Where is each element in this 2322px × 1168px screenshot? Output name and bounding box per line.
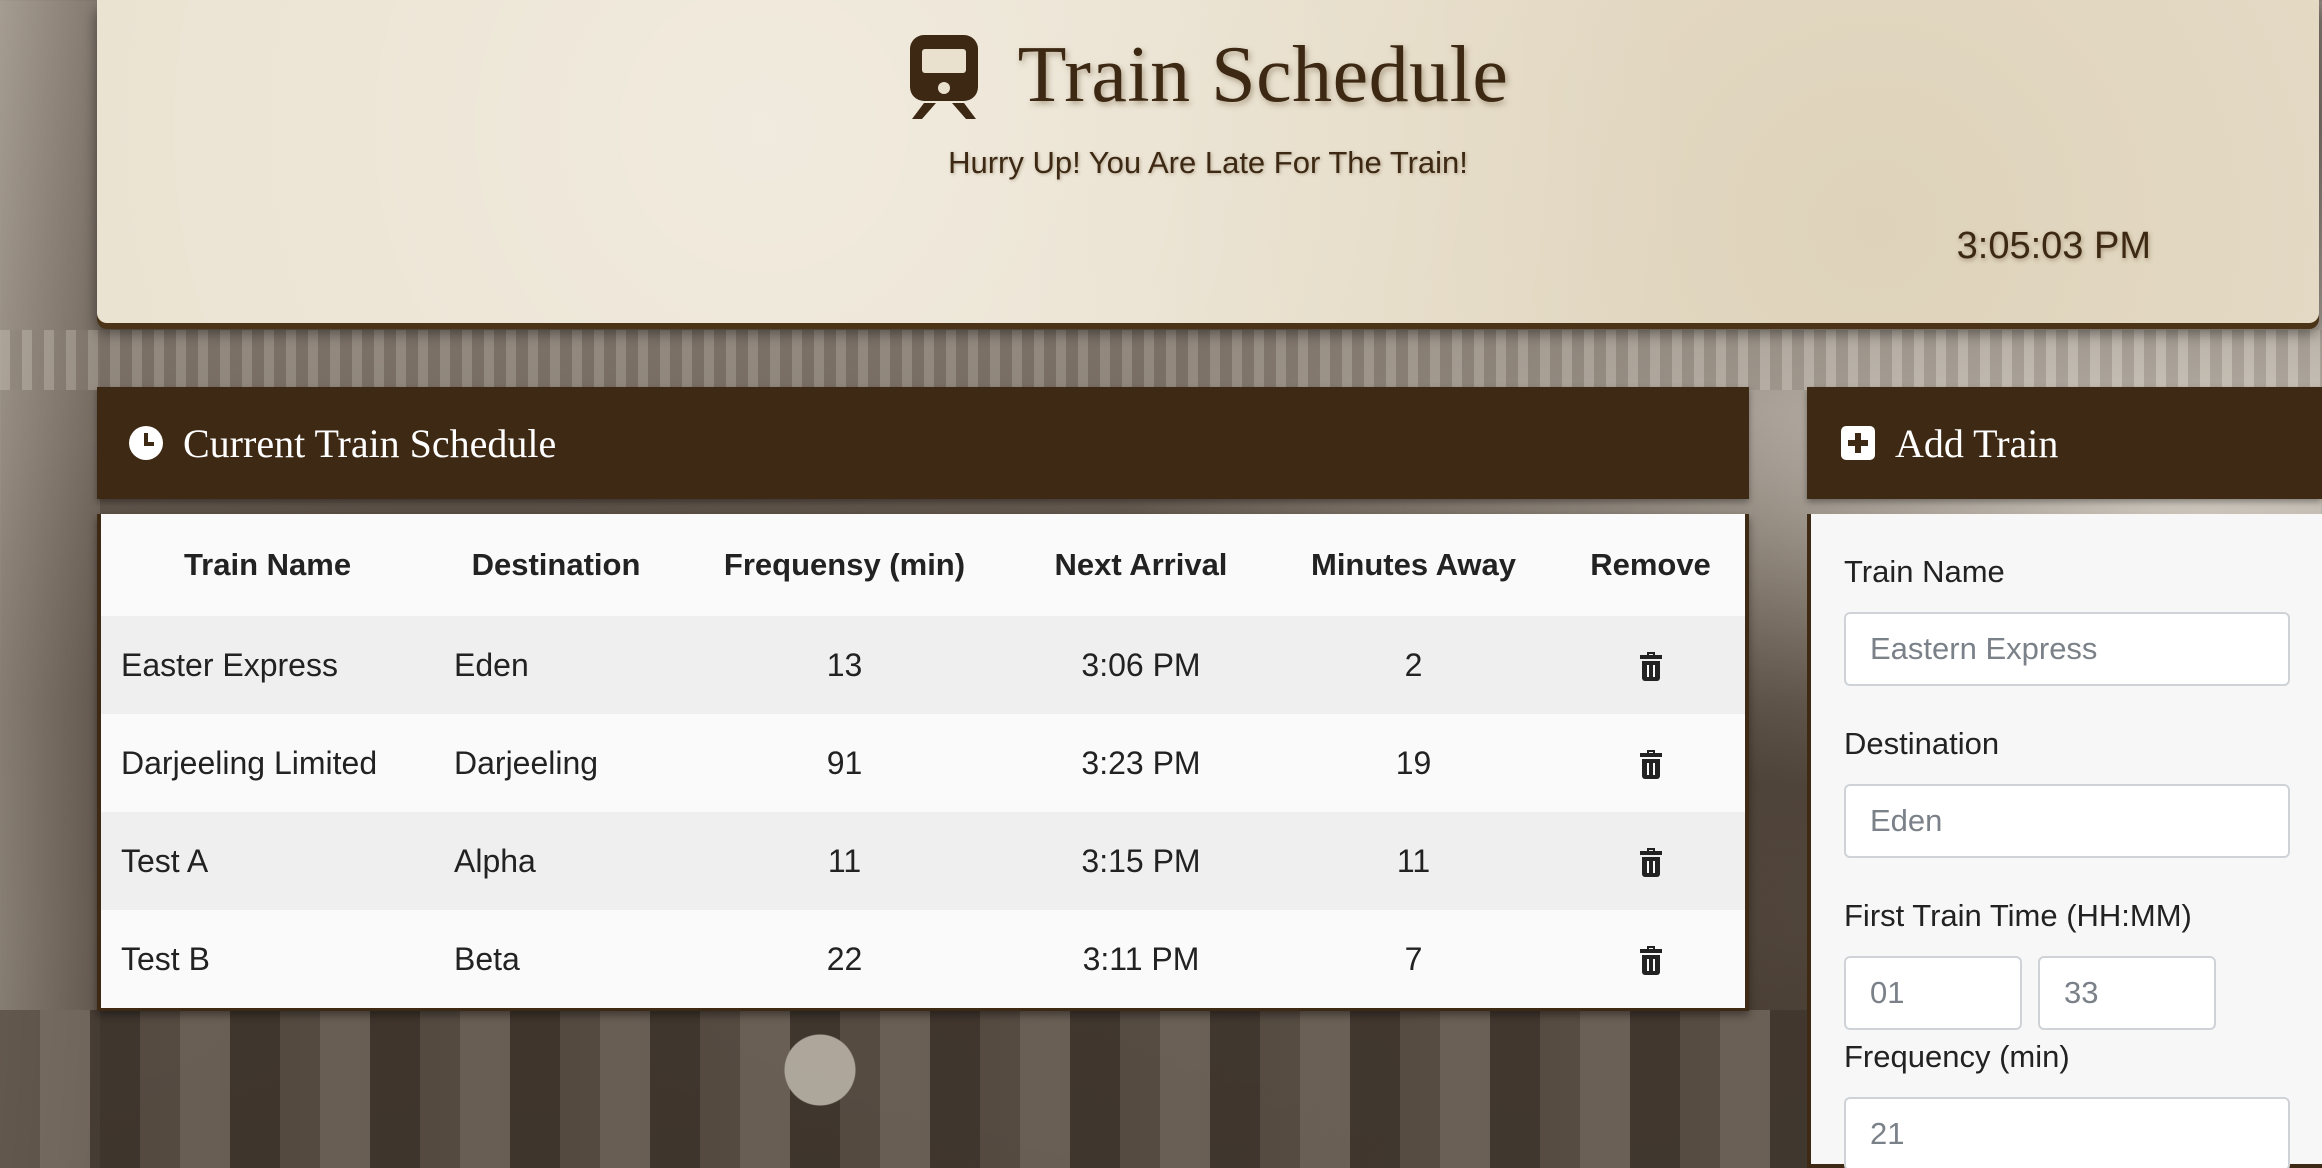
- cell-frequency: 91: [678, 714, 1011, 812]
- trash-icon[interactable]: [1639, 750, 1662, 780]
- cell-train-name: Test B: [101, 910, 434, 1008]
- cell-train-name: Test A: [101, 812, 434, 910]
- schedule-table-container: Train Name Destination Frequensy (min) N…: [97, 514, 1749, 1011]
- cell-remove: [1556, 812, 1745, 910]
- destination-label: Destination: [1844, 726, 2000, 761]
- trash-icon[interactable]: [1639, 848, 1662, 878]
- cell-minutes-away: 7: [1271, 910, 1556, 1008]
- cell-next-arrival: 3:15 PM: [1011, 812, 1271, 910]
- cell-frequency: 22: [678, 910, 1011, 1008]
- cell-train-name: Easter Express: [101, 616, 434, 714]
- train-icon: [909, 34, 978, 119]
- add-train-form: Train Name Destination First Train Time …: [1807, 514, 2322, 1168]
- cell-minutes-away: 2: [1271, 616, 1556, 714]
- cell-next-arrival: 3:06 PM: [1011, 616, 1271, 714]
- trash-icon[interactable]: [1639, 946, 1662, 976]
- add-train-panel-title: Add Train: [1895, 420, 2059, 466]
- cell-destination: Darjeeling: [434, 714, 678, 812]
- trash-icon[interactable]: [1639, 652, 1662, 682]
- table-row: Easter Express Eden 13 3:06 PM 2: [101, 616, 1745, 714]
- destination-input[interactable]: [1844, 784, 2290, 858]
- column-header-remove[interactable]: Remove: [1556, 514, 1745, 616]
- cell-train-name: Darjeeling Limited: [101, 714, 434, 812]
- page-subtitle: Hurry Up! You Are Late For The Train!: [948, 145, 1468, 180]
- table-row: Test A Alpha 11 3:15 PM 11: [101, 812, 1745, 910]
- frequency-input[interactable]: [1844, 1097, 2290, 1168]
- cell-remove: [1556, 910, 1745, 1008]
- table-header-row: Train Name Destination Frequensy (min) N…: [101, 514, 1745, 616]
- schedule-panel-header: Current Train Schedule: [97, 387, 1749, 499]
- table-row: Darjeeling Limited Darjeeling 91 3:23 PM…: [101, 714, 1745, 812]
- column-header-train-name[interactable]: Train Name: [101, 514, 434, 616]
- cell-frequency: 11: [678, 812, 1011, 910]
- page-header: Train Schedule Hurry Up! You Are Late Fo…: [97, 0, 2319, 323]
- train-name-input[interactable]: [1844, 612, 2290, 686]
- cell-destination: Beta: [434, 910, 678, 1008]
- clock-icon: [129, 426, 163, 460]
- column-header-minutes-away[interactable]: Minutes Away: [1271, 514, 1556, 616]
- cell-next-arrival: 3:11 PM: [1011, 910, 1271, 1008]
- frequency-label: Frequency (min): [1844, 1039, 2070, 1074]
- train-name-label: Train Name: [1844, 554, 2005, 589]
- cell-remove: [1556, 616, 1745, 714]
- first-train-minute-input[interactable]: [2038, 956, 2216, 1030]
- cell-minutes-away: 19: [1271, 714, 1556, 812]
- page-title: Train Schedule: [1017, 31, 1509, 119]
- table-row: Test B Beta 22 3:11 PM 7: [101, 910, 1745, 1008]
- column-header-frequency[interactable]: Frequensy (min): [678, 514, 1011, 616]
- plus-square-icon: [1841, 426, 1875, 460]
- column-header-next-arrival[interactable]: Next Arrival: [1011, 514, 1271, 616]
- column-header-destination[interactable]: Destination: [434, 514, 678, 616]
- cell-next-arrival: 3:23 PM: [1011, 714, 1271, 812]
- cell-destination: Alpha: [434, 812, 678, 910]
- cell-destination: Eden: [434, 616, 678, 714]
- background-photo-building: [0, 330, 2322, 390]
- add-train-panel-header: Add Train: [1807, 387, 2322, 499]
- cell-frequency: 13: [678, 616, 1011, 714]
- first-train-time-label: First Train Time (HH:MM): [1844, 898, 2192, 933]
- cell-minutes-away: 11: [1271, 812, 1556, 910]
- schedule-table: Train Name Destination Frequensy (min) N…: [101, 514, 1745, 1008]
- title-row: Train Schedule: [97, 30, 2319, 121]
- background-photo-left: [0, 0, 100, 1168]
- schedule-panel-title: Current Train Schedule: [183, 420, 557, 466]
- cell-remove: [1556, 714, 1745, 812]
- first-train-hour-input[interactable]: [1844, 956, 2022, 1030]
- current-time: 3:05:03 PM: [1956, 225, 2151, 267]
